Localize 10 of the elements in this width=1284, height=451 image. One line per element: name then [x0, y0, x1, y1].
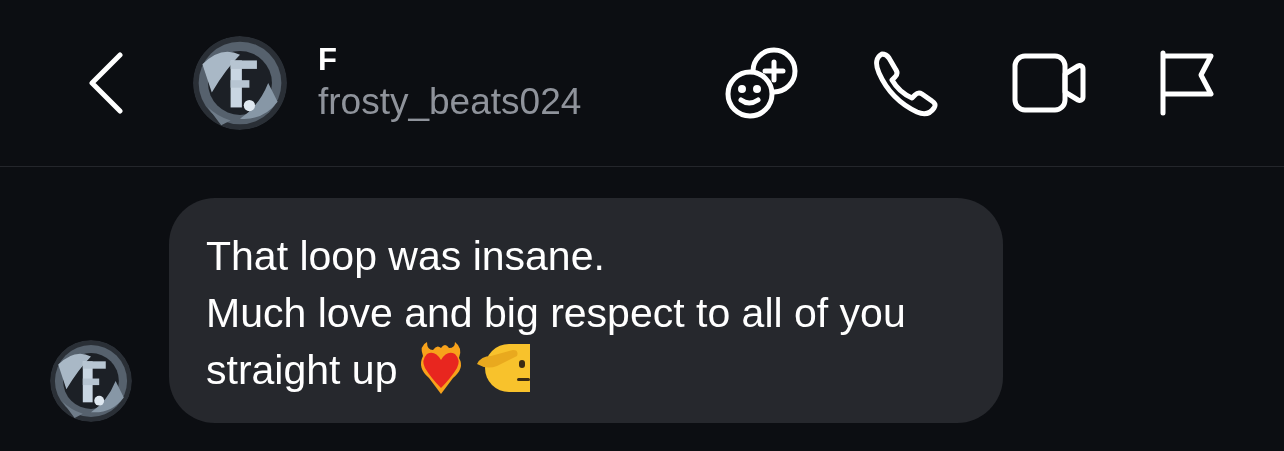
contact-username: frosty_beats024 — [318, 80, 582, 124]
saluting-face-icon — [477, 342, 531, 394]
message-text: Much love and big respect to all of you — [206, 290, 906, 336]
message-text: That loop was insane. — [206, 233, 605, 279]
video-camera-icon[interactable] — [1012, 52, 1086, 114]
back-icon[interactable] — [88, 52, 124, 114]
flag-icon[interactable] — [1158, 50, 1216, 116]
message-text: straight up — [206, 347, 398, 393]
add-people-icon[interactable] — [724, 46, 798, 120]
contact-name: F — [318, 42, 338, 78]
